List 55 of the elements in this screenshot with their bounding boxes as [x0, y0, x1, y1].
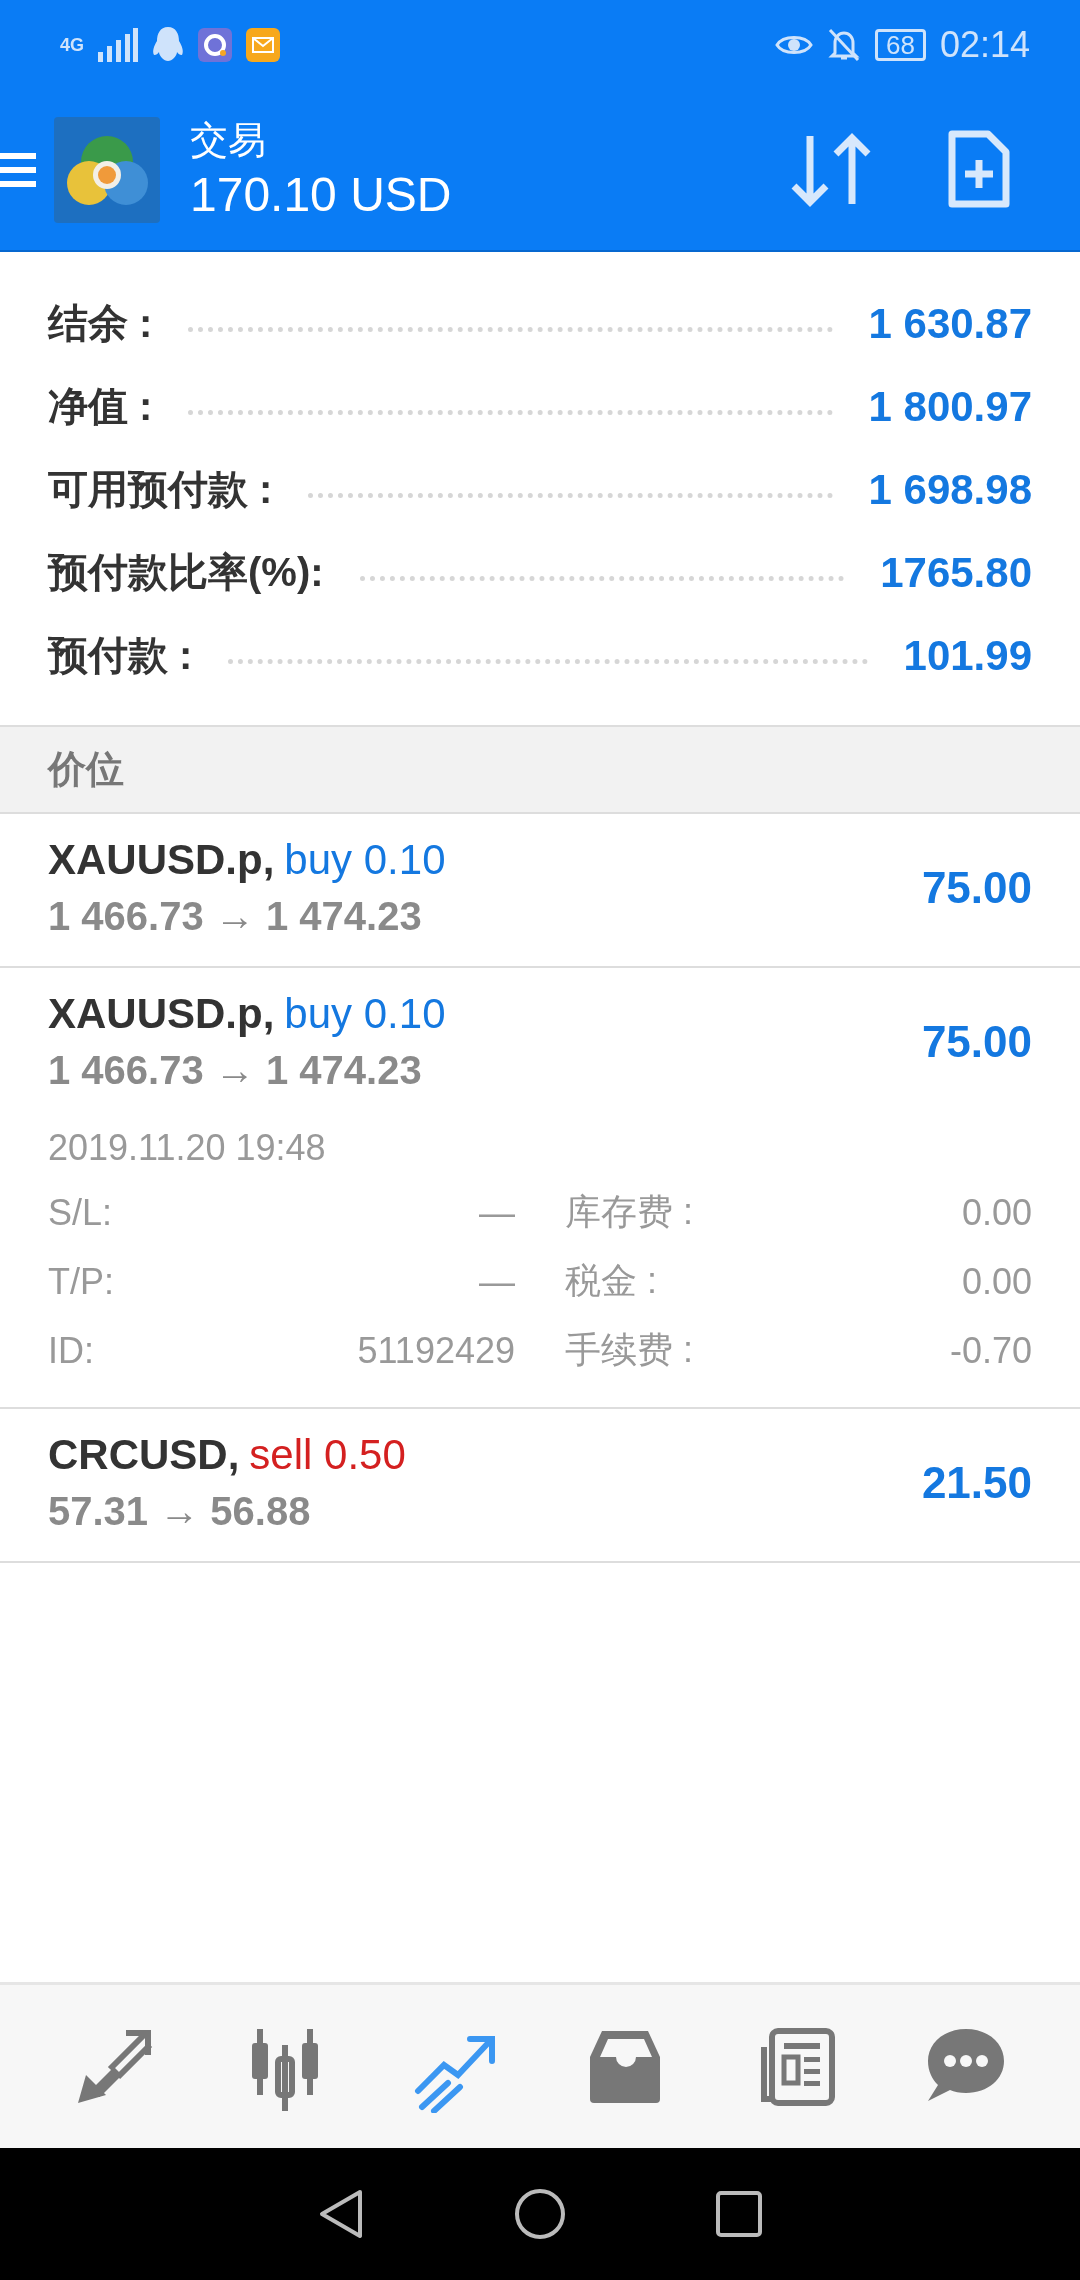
detail-label: 库存费 :: [565, 1190, 693, 1234]
summary-label: 预付款比率(%):: [48, 549, 324, 596]
detail-value: 0.00: [961, 1260, 1032, 1303]
signal-icon: [98, 28, 138, 62]
position-row[interactable]: XAUUSD.p, buy 0.10 1 466.73 → 1 474.23 75.00: [0, 814, 1080, 968]
price-change: 1 466.73 → 1 474.23: [48, 1047, 423, 1094]
detail-label: S/L:: [48, 1191, 113, 1234]
detail-label: 手续费 :: [565, 1328, 693, 1372]
detail-value: —: [479, 1260, 515, 1303]
detail-value: —: [479, 1191, 515, 1234]
battery-level: 68: [875, 29, 926, 61]
network-label: 4G: [60, 34, 84, 56]
screen-title: 交易: [190, 118, 267, 163]
summary-value: 1 698.98: [868, 465, 1032, 514]
price-change: 1 466.73 → 1 474.23: [48, 893, 423, 940]
order-label: buy 0.10: [284, 990, 446, 1037]
symbol-label: XAUUSD.p,: [48, 990, 275, 1037]
detail-value: 0.00: [961, 1191, 1032, 1234]
profit-value: 21.50: [921, 1458, 1032, 1508]
detail-label: ID:: [48, 1329, 94, 1372]
summary-value: 101.99: [903, 631, 1032, 680]
app-logo-icon[interactable]: [54, 117, 160, 223]
summary-value: 1 630.87: [868, 299, 1032, 348]
clock-time: 02:14: [939, 24, 1030, 66]
mail-icon: [246, 28, 280, 62]
recents-icon[interactable]: [716, 2191, 762, 2237]
symbol-label: CRCUSD,: [48, 1431, 240, 1478]
symbol-label: XAUUSD.p,: [48, 836, 275, 883]
order-label: buy 0.10: [284, 836, 446, 883]
order-label: sell 0.50: [249, 1431, 406, 1478]
summary-label: 净值 :: [48, 383, 153, 430]
app-icon: [198, 28, 232, 62]
account-balance: 170.10 USD: [190, 167, 453, 223]
profit-value: 75.00: [921, 863, 1032, 913]
bell-muted-icon: [827, 27, 861, 63]
summary-label: 可用预付款 :: [48, 466, 273, 513]
penguin-icon: [152, 27, 184, 63]
menu-icon[interactable]: [0, 153, 36, 187]
detail-value: -0.70: [949, 1329, 1032, 1372]
position-row[interactable]: CRCUSD, sell 0.50 57.31 → 56.88 21.50: [0, 1409, 1080, 1563]
summary-label: 预付款 :: [48, 632, 193, 679]
price-change: 57.31 → 56.88: [48, 1488, 312, 1535]
detail-label: 税金 :: [565, 1259, 657, 1303]
detail-label: T/P:: [48, 1260, 114, 1303]
summary-value: 1 800.97: [868, 382, 1032, 431]
section-title: 价位: [48, 747, 124, 792]
new-order-icon[interactable]: [946, 130, 1010, 210]
position-row[interactable]: XAUUSD.p, buy 0.10 1 466.73 → 1 474.23 75.00 2019.11.20 19:48 S/L: — 库存费 : 0.00 T/P: — 税金 : 0.00 ID: 51192429 手续费 : -0.70: [0, 968, 1080, 1409]
back-icon[interactable]: [318, 2188, 364, 2240]
detail-value: 51192429: [357, 1329, 515, 1372]
summary-value: 1765.80: [880, 548, 1032, 597]
summary-label: 结余 :: [48, 300, 153, 347]
open-time: 2019.11.20 19:48: [48, 1126, 327, 1170]
profit-value: 75.00: [921, 1017, 1032, 1067]
home-icon[interactable]: [514, 2188, 566, 2240]
